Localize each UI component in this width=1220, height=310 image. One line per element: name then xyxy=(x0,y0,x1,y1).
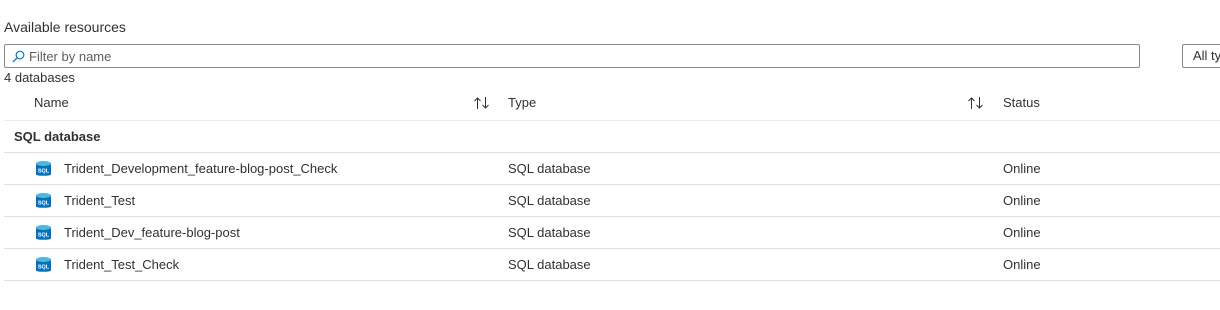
sort-type-icon[interactable] xyxy=(967,96,985,110)
row-type: SQL database xyxy=(508,193,591,208)
row-status: Online xyxy=(1003,257,1041,272)
row-status: Online xyxy=(1003,161,1041,176)
filter-by-name-input[interactable] xyxy=(29,46,1139,66)
row-type: SQL database xyxy=(508,257,591,272)
row-type: SQL database xyxy=(508,161,591,176)
svg-text:SQL: SQL xyxy=(38,201,50,207)
filter-box[interactable] xyxy=(4,44,1140,68)
row-type: SQL database xyxy=(508,225,591,240)
table-row[interactable]: SQL Trident_Dev_feature-blog-post SQL da… xyxy=(4,217,1220,249)
row-name[interactable]: Trident_Development_feature-blog-post_Ch… xyxy=(64,153,337,185)
sql-database-icon: SQL xyxy=(35,160,52,178)
sql-database-icon: SQL xyxy=(35,192,52,210)
row-name[interactable]: Trident_Test xyxy=(64,185,135,217)
search-icon xyxy=(10,48,26,64)
group-label: SQL database xyxy=(14,129,101,144)
group-header-sql-database[interactable]: SQL database xyxy=(4,121,1220,153)
available-resources-panel: Available resources All types 4 database… xyxy=(0,0,1220,310)
column-header-status[interactable]: Status xyxy=(1003,88,1040,120)
svg-text:SQL: SQL xyxy=(38,233,50,239)
row-name[interactable]: Trident_Dev_feature-blog-post xyxy=(64,217,240,249)
svg-text:SQL: SQL xyxy=(38,265,50,271)
column-header-name[interactable]: Name xyxy=(34,88,69,120)
sql-database-icon: SQL xyxy=(35,224,52,242)
section-title: Available resources xyxy=(4,19,126,35)
column-header-type[interactable]: Type xyxy=(508,88,536,120)
table-row[interactable]: SQL Trident_Test_Check SQL database Onli… xyxy=(4,249,1220,281)
type-filter-dropdown[interactable]: All types xyxy=(1182,44,1220,68)
sql-database-icon: SQL xyxy=(35,256,52,274)
svg-text:SQL: SQL xyxy=(38,169,50,175)
table-row[interactable]: SQL Trident_Test SQL database Online xyxy=(4,185,1220,217)
row-status: Online xyxy=(1003,225,1041,240)
row-status: Online xyxy=(1003,193,1041,208)
table-header: Name Type Status xyxy=(4,88,1220,121)
database-count: 4 databases xyxy=(4,70,75,85)
row-name[interactable]: Trident_Test_Check xyxy=(64,249,179,281)
sort-name-icon[interactable] xyxy=(473,96,491,110)
database-list: SQL Trident_Development_feature-blog-pos… xyxy=(4,153,1220,281)
table-row[interactable]: SQL Trident_Development_feature-blog-pos… xyxy=(4,153,1220,185)
